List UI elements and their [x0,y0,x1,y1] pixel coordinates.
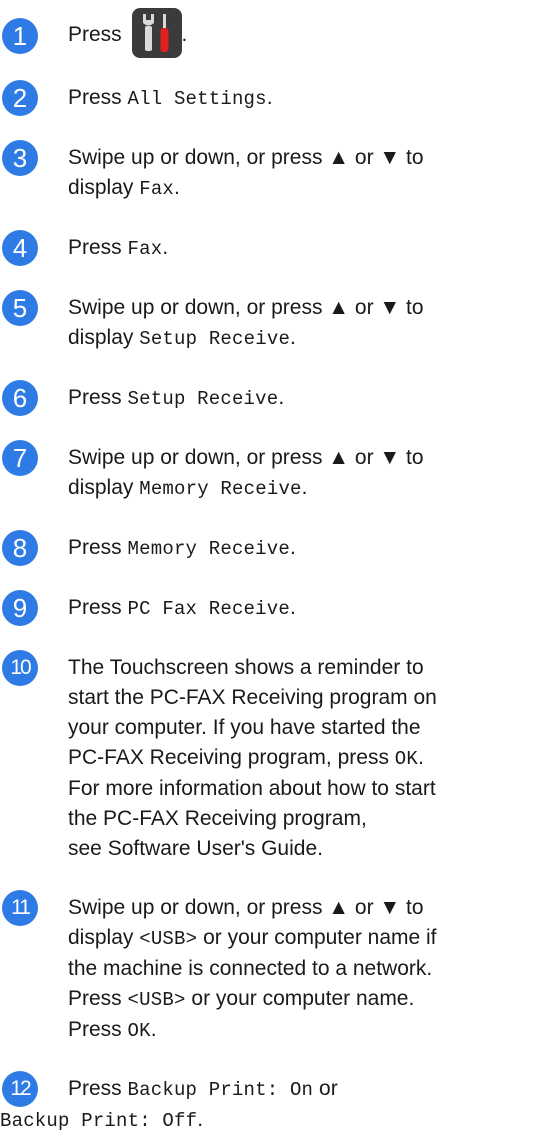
step-number-4: 4 [2,230,38,266]
step-5-text: Swipe up or down, or press ▲ or ▼ to dis… [68,293,538,354]
step-8-press: Press [68,536,122,559]
step-12-code2: Backup Print: Off [0,1110,198,1132]
step-6-after: . [278,386,285,409]
step-number-12: 12 [2,1071,38,1107]
step-3-text: Swipe up or down, or press ▲ or ▼ to dis… [68,143,538,204]
step-6-press: Press [68,386,122,409]
step-11-line2-code: <USB> [139,928,198,950]
step-10-line7: see Software User's Guide. [68,837,323,860]
step-number-7: 7 [2,440,38,476]
step-10-line5: For more information about how to start [68,777,436,800]
step-6-text: Press Setup Receive. [68,383,538,414]
step-1-after: . [181,23,188,46]
step-11-line4-pre: Press [68,987,122,1010]
step-1-text: Press . [68,8,538,59]
step-number-8: 8 [2,530,38,566]
step-12-or: or [319,1077,338,1100]
step-9-press: Press [68,596,122,619]
step-5-code: Setup Receive [139,328,291,350]
step-8-after: . [289,536,296,559]
step-10-line4-post: . [418,746,424,769]
step-number-1: 1 [2,18,38,54]
step-3-after: . [174,176,180,199]
step-7-text: Swipe up or down, or press ▲ or ▼ to dis… [68,443,538,504]
step-11-line2-pre: display [68,926,134,949]
step-number-5: 5 [2,290,38,326]
step-5-display: display [68,326,134,349]
step-11-line4-post: or your computer name. [191,987,415,1010]
step-12-press: Press [68,1077,122,1100]
step-number-11: 11 [2,890,38,926]
step-10-line2: start the PC-FAX Receiving program on [68,686,437,709]
step-9-after: . [289,596,296,619]
step-10-line4-pre: PC-FAX Receiving program, press [68,746,389,769]
step-8-text: Press Memory Receive. [68,533,538,564]
step-11-line1: Swipe up or down, or press ▲ or ▼ to [68,896,424,919]
step-7-after: . [301,476,308,499]
step-11-line5-post: . [150,1018,157,1041]
step-11-line2-post: or your computer name if [203,926,437,949]
step-number-10: 10 [2,650,38,686]
step-10-line3: your computer. If you have started the [68,716,421,739]
step-12-code1: Backup Print: On [127,1079,314,1101]
step-12-text: Press Backup Print: On or Backup Print: … [0,1074,538,1136]
step-number-6: 6 [2,380,38,416]
step-2-press: Press [68,86,122,109]
step-10-line1: The Touchscreen shows a reminder to [68,656,424,679]
step-9-code: PC Fax Receive [127,598,290,620]
step-5-after: . [290,326,296,349]
step-number-2: 2 [2,80,38,116]
step-12-after: . [197,1108,204,1131]
step-3-code: Fax [139,178,175,200]
step-number-3: 3 [2,140,38,176]
step-1-press: Press [68,23,122,46]
step-11-line4-code: <USB> [127,989,186,1011]
step-11-text: Swipe up or down, or press ▲ or ▼ to dis… [68,893,538,1046]
step-4-after: . [162,236,169,259]
step-3-line1: Swipe up or down, or press ▲ or ▼ to [68,146,424,169]
step-2-after: . [266,86,273,109]
step-8-code: Memory Receive [127,538,290,560]
step-2-text: Press All Settings. [68,83,538,114]
step-10-text: The Touchscreen shows a reminder to star… [68,653,538,864]
step-11-line3: the machine is connected to a network. [68,957,433,980]
step-5-line1: Swipe up or down, or press ▲ or ▼ to [68,296,424,319]
step-10-line6: the PC-FAX Receiving program, [68,807,367,830]
step-11-line5-pre: Press [68,1018,122,1041]
step-11-line5-code: OK [127,1020,151,1042]
step-9-text: Press PC Fax Receive. [68,593,538,624]
step-3-display: display [68,176,134,199]
step-4-code: Fax [127,238,163,260]
step-number-9: 9 [2,590,38,626]
step-2-code: All Settings [127,88,267,110]
step-10-line4-code: OK [394,748,419,770]
step-4-text: Press Fax. [68,233,538,264]
step-4-press: Press [68,236,122,259]
settings-icon[interactable] [131,8,182,59]
step-7-code: Memory Receive [139,478,302,500]
step-6-code: Setup Receive [127,388,279,410]
step-7-line1: Swipe up or down, or press ▲ or ▼ to [68,446,424,469]
step-7-display: display [68,476,134,499]
